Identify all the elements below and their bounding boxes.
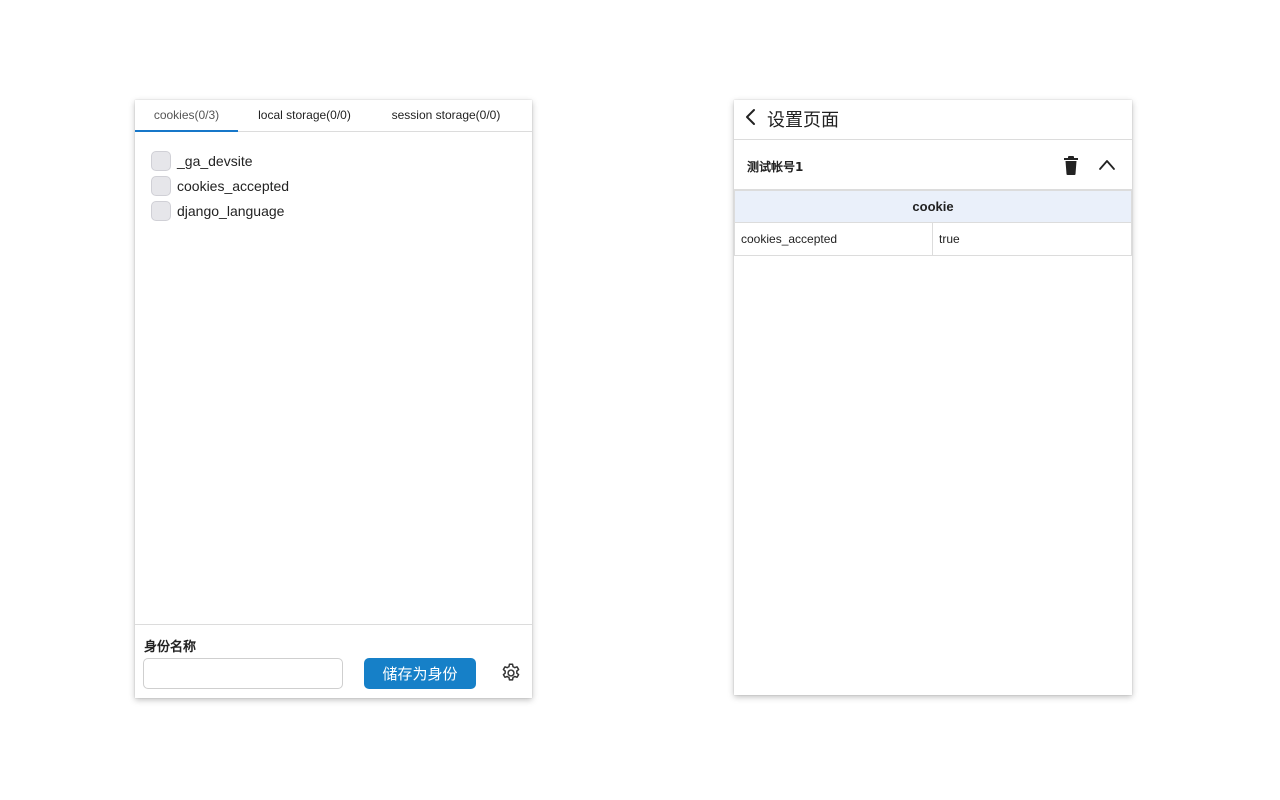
tab-session-storage[interactable]: session storage(0/0) [371,100,521,132]
cookie-label: _ga_devsite [177,152,253,169]
account-row[interactable]: 测试帐号1 [734,141,1132,190]
identity-name-input[interactable] [143,658,343,689]
page-title: 设置页面 [767,110,839,131]
settings-page: 设置页面 测试帐号1 cookie cookies_accepted true [734,100,1132,695]
tab-cookies[interactable]: cookies(0/3) [135,100,238,132]
tab-local-storage[interactable]: local storage(0/0) [238,100,371,132]
cookie-key-cell: cookies_accepted [734,222,933,256]
storage-panel: cookies(0/3) local storage(0/0) session … [135,100,532,698]
settings-header: 设置页面 [734,100,1132,140]
cookie-table: cookie cookies_accepted true [734,190,1132,256]
identity-name-label: 身份名称 [144,639,197,654]
account-name: 测试帐号1 [747,160,804,174]
gear-icon[interactable] [500,662,522,684]
list-item[interactable]: cookies_accepted [151,173,289,198]
chevron-up-icon[interactable] [1097,157,1117,173]
cookie-checkbox[interactable] [151,150,171,171]
storage-tabs: cookies(0/3) local storage(0/0) session … [135,100,532,132]
save-identity-button[interactable]: 储存为身份 [364,658,476,689]
cookie-label: django_language [177,202,285,219]
table-row: cookies_accepted true [734,222,1132,256]
cookie-value-cell: true [932,222,1132,256]
cookie-list: _ga_devsite cookies_accepted django_lang… [151,148,289,223]
back-arrow-icon[interactable] [742,108,760,126]
table-header: cookie [734,190,1132,223]
cookie-checkbox[interactable] [151,200,171,221]
identity-footer: 身份名称 储存为身份 [135,624,532,698]
cookie-checkbox[interactable] [151,175,171,196]
cookie-label: cookies_accepted [177,177,290,194]
trash-icon[interactable] [1062,156,1080,175]
list-item[interactable]: django_language [151,198,289,223]
list-item[interactable]: _ga_devsite [151,148,289,173]
